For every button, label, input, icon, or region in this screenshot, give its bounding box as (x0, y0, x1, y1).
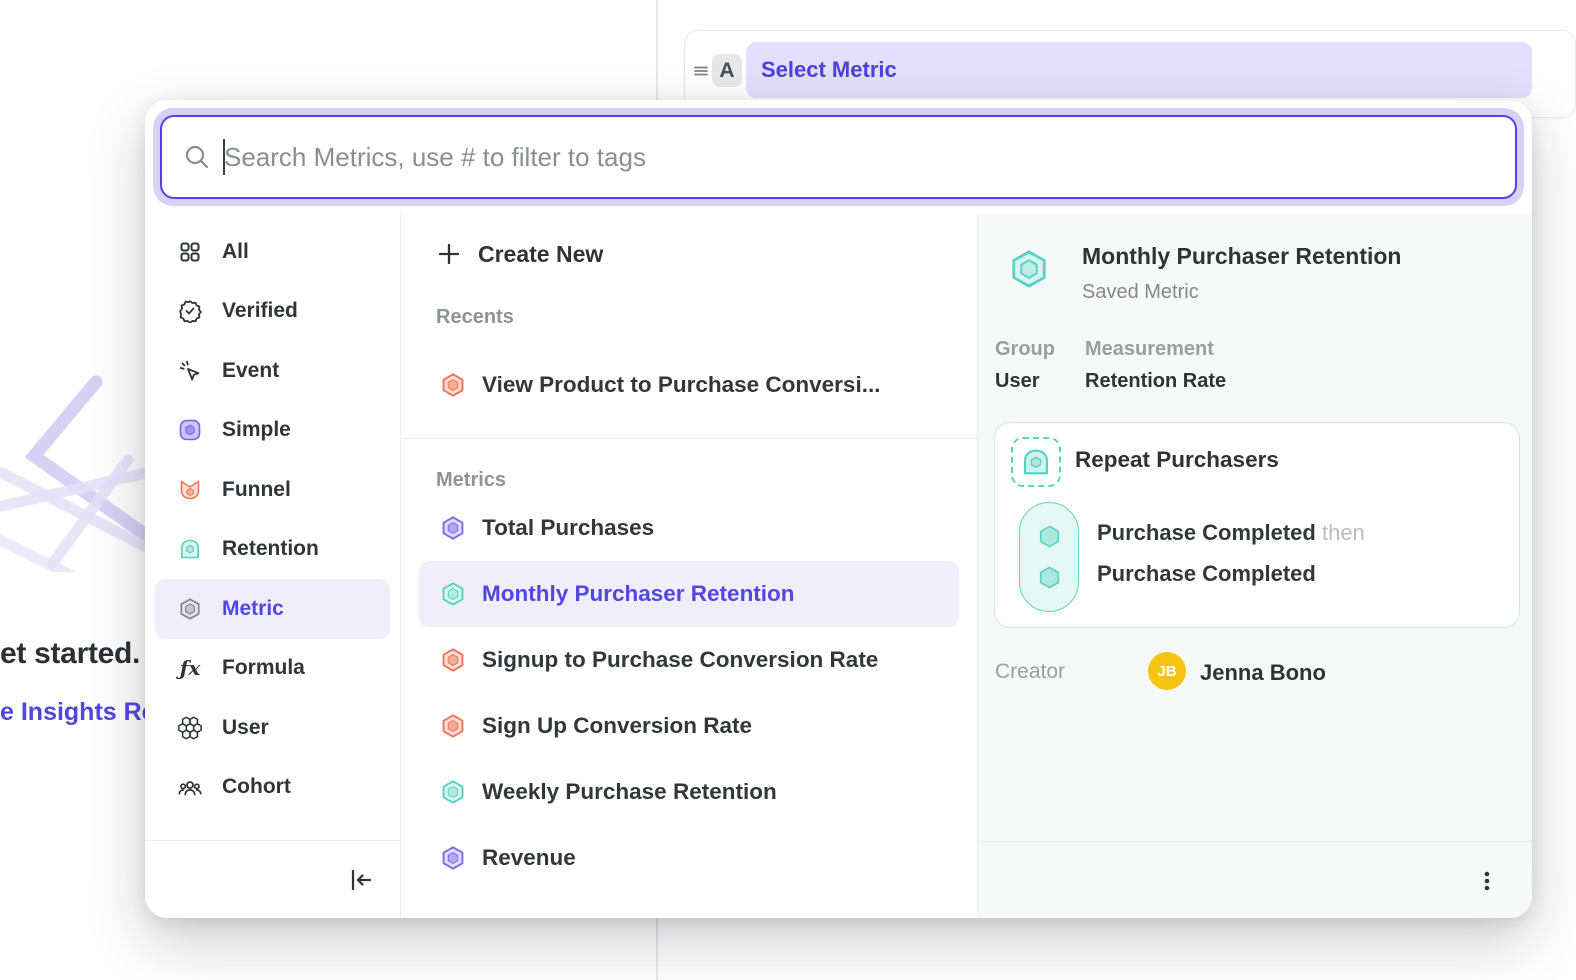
sidebar-item-label: All (222, 240, 249, 264)
metric-row-monthly-purchaser-retention[interactable]: Monthly Purchaser Retention (419, 561, 959, 627)
sidebar-item-metric[interactable]: Metric (155, 579, 390, 639)
metric-hex-icon-purple (440, 515, 466, 541)
filter-sidebar: All Verified (145, 214, 400, 918)
drag-handle-icon[interactable] (691, 61, 711, 81)
sidebar-item-label: Funnel (222, 478, 291, 502)
metric-row-label: Signup to Purchase Conversion Rate (482, 647, 878, 673)
metric-row-label: Sign Up Conversion Rate (482, 713, 752, 739)
search-focus-halo (153, 108, 1524, 206)
metric-hex-icon-orange (440, 713, 466, 739)
background-headline: et started. (0, 637, 140, 671)
metric-row-signup-to-purchase-conversion-rate[interactable]: Signup to Purchase Conversion Rate (419, 627, 959, 693)
metric-row-total-purchases[interactable]: Total Purchases (419, 495, 959, 561)
sidebar-item-cohort[interactable]: Cohort (155, 758, 390, 818)
retention-behavior-icon (1011, 437, 1061, 487)
sidebar-item-label: Verified (222, 299, 298, 323)
collapse-sidebar-button[interactable] (346, 865, 376, 895)
sidebar-item-simple[interactable]: Simple (155, 401, 390, 461)
recents-section-label: Recents (436, 306, 977, 332)
block-letter-badge: A (712, 54, 742, 87)
recent-metric-row[interactable]: View Product to Purchase Conversi... (419, 354, 959, 416)
collapse-left-icon (346, 865, 376, 895)
metric-list-panel: Create New Recents View Product to Purch… (400, 214, 978, 918)
repeat-purchasers-card[interactable]: Repeat Purchasers Purchase Completed the… (994, 422, 1520, 628)
search-input[interactable] (224, 142, 1495, 173)
funnel-icon (178, 478, 202, 502)
metrics-section-label: Metrics (436, 469, 977, 495)
grid-icon (178, 240, 202, 264)
create-new-label: Create New (478, 241, 603, 268)
behavior-title: Repeat Purchasers (1075, 447, 1279, 473)
detail-title: Monthly Purchaser Retention (1082, 243, 1401, 270)
sidebar-item-retention[interactable]: Retention (155, 520, 390, 580)
metric-picker-modal: All Verified (145, 100, 1532, 918)
metric-row-label: Monthly Purchaser Retention (482, 581, 795, 607)
sidebar-item-event[interactable]: Event (155, 341, 390, 401)
event-hex-icon (1036, 564, 1063, 591)
sidebar-item-user[interactable]: User (155, 698, 390, 758)
behavior-step-1: Purchase Completed then (1097, 520, 1365, 546)
page: et started. e Insights Re A Select Metri… (0, 0, 1576, 980)
metric-row-weekly-purchase-retention[interactable]: Weekly Purchase Retention (419, 759, 959, 825)
sidebar-item-funnel[interactable]: Funnel (155, 460, 390, 520)
sidebar-item-verified[interactable]: Verified (155, 282, 390, 342)
sequence-connector: then (1322, 520, 1365, 545)
metric-hex-icon-teal (440, 581, 466, 607)
creator-avatar: JB (1148, 652, 1186, 690)
sidebar-item-formula[interactable]: ƒx Formula (155, 639, 390, 699)
sidebar-item-label: Cohort (222, 775, 291, 799)
badge-check-icon (178, 299, 202, 323)
kebab-menu-icon (1474, 868, 1500, 894)
saved-metric-hex-icon (1008, 248, 1050, 290)
detail-footer (978, 841, 1532, 918)
group-value: User (995, 370, 1039, 393)
honeycomb-icon (178, 716, 202, 740)
sidebar-item-all[interactable]: All (155, 222, 390, 282)
event-sequence-capsule (1019, 502, 1079, 612)
metric-hex-icon-teal (440, 779, 466, 805)
sidebar-item-label: Event (222, 359, 279, 383)
text-cursor (223, 139, 225, 175)
behavior-step-2: Purchase Completed (1097, 561, 1316, 587)
section-divider (401, 438, 977, 439)
sidebar-item-label: Retention (222, 537, 319, 561)
formula-fx-icon: ƒx (178, 656, 202, 680)
select-metric-button[interactable]: Select Metric (746, 42, 1532, 98)
sidebar-item-label: Formula (222, 656, 305, 680)
people-icon (178, 775, 202, 799)
search-bar[interactable] (160, 115, 1517, 199)
detail-subtitle: Saved Metric (1082, 281, 1199, 304)
metric-row-label: Weekly Purchase Retention (482, 779, 777, 805)
creator-name: Jenna Bono (1200, 660, 1326, 686)
create-new-button[interactable]: Create New (419, 224, 959, 284)
select-metric-label: Select Metric (761, 57, 897, 83)
metric-detail-panel: Monthly Purchaser Retention Saved Metric… (978, 214, 1532, 918)
simple-badge-icon (178, 418, 202, 442)
metric-row-sign-up-conversion-rate[interactable]: Sign Up Conversion Rate (419, 693, 959, 759)
search-icon (182, 142, 212, 172)
event-hex-icon (1036, 523, 1063, 550)
more-options-button[interactable] (1474, 868, 1500, 894)
sidebar-item-label: Simple (222, 418, 291, 442)
sidebar-item-label: User (222, 716, 269, 740)
metric-row-label: View Product to Purchase Conversi... (482, 372, 880, 398)
measurement-label: Measurement (1085, 338, 1214, 361)
retention-arch-icon (178, 537, 202, 561)
cursor-click-icon (178, 359, 202, 383)
sidebar-item-label: Metric (222, 597, 284, 621)
metric-row-label: Total Purchases (482, 515, 654, 541)
metric-hex-icon-orange (440, 647, 466, 673)
metric-hex-icon-orange (440, 372, 466, 398)
measurement-value: Retention Rate (1085, 370, 1226, 393)
plus-icon (436, 241, 462, 267)
sidebar-footer (145, 840, 400, 918)
creator-label: Creator (995, 660, 1065, 684)
metric-hex-icon-purple (440, 845, 466, 871)
metric-row-revenue[interactable]: Revenue (419, 825, 959, 891)
metric-row-label: Revenue (482, 845, 576, 871)
metric-hexagon-icon (178, 597, 202, 621)
background-insights-link[interactable]: e Insights Re (0, 698, 156, 727)
group-label: Group (995, 338, 1055, 361)
